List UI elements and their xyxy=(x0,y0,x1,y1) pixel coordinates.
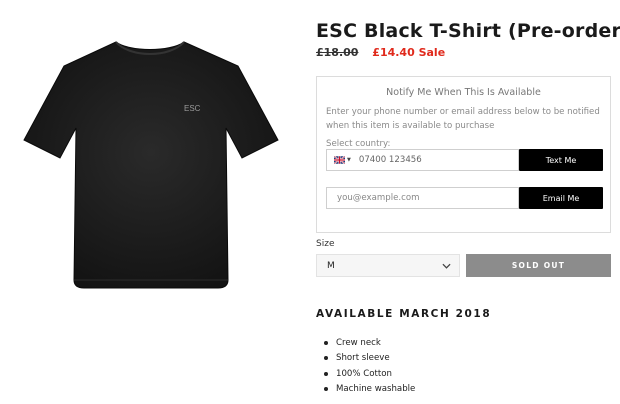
email-me-button[interactable]: Email Me xyxy=(519,187,603,209)
size-label: Size xyxy=(316,239,335,249)
bullet-icon xyxy=(324,371,328,376)
phone-input[interactable] xyxy=(358,155,509,165)
original-price: £18.00 xyxy=(316,46,359,59)
email-input[interactable] xyxy=(337,193,512,203)
sale-price: £14.40 Sale xyxy=(372,46,446,59)
size-selected-value: M xyxy=(327,260,335,271)
phone-field[interactable]: ▼ xyxy=(326,149,519,171)
sold-out-button[interactable]: SOLD OUT xyxy=(466,254,611,277)
feature-text: 100% Cotton xyxy=(336,368,393,379)
bullet-icon xyxy=(324,340,328,345)
text-me-button[interactable]: Text Me xyxy=(519,149,603,171)
notify-description: Enter your phone number or email address… xyxy=(326,107,600,131)
list-item: 100% Cotton xyxy=(324,366,415,382)
feature-text: Crew neck xyxy=(336,337,381,348)
feature-list: Crew neck Short sleeve 100% Cotton Machi… xyxy=(324,335,415,397)
tshirt-image: ESC xyxy=(23,41,279,289)
product-title: ESC Black T-Shirt (Pre-order) xyxy=(316,20,620,42)
feature-text: Short sleeve xyxy=(336,353,390,364)
list-item: Short sleeve xyxy=(324,351,415,367)
country-dropdown-caret-icon[interactable]: ▼ xyxy=(347,157,351,163)
list-item: Crew neck xyxy=(324,335,415,351)
price-block: £18.00 £14.40 Sale xyxy=(316,46,445,59)
size-select[interactable]: M xyxy=(316,254,460,277)
notify-title: Notify Me When This Is Available xyxy=(386,87,541,98)
uk-flag-icon[interactable] xyxy=(334,156,345,164)
list-item: Machine washable xyxy=(324,382,415,398)
chevron-down-icon xyxy=(442,263,451,269)
notify-form: Notify Me When This Is Available Enter y… xyxy=(316,76,611,233)
country-label: Select country: xyxy=(326,139,391,149)
shirt-logo: ESC xyxy=(184,104,201,113)
email-field[interactable] xyxy=(326,187,519,209)
bullet-icon xyxy=(324,387,328,392)
bullet-icon xyxy=(324,356,328,361)
availability-heading: AVAILABLE MARCH 2018 xyxy=(316,308,492,320)
product-image[interactable]: ESC xyxy=(0,0,300,404)
feature-text: Machine washable xyxy=(336,384,416,395)
